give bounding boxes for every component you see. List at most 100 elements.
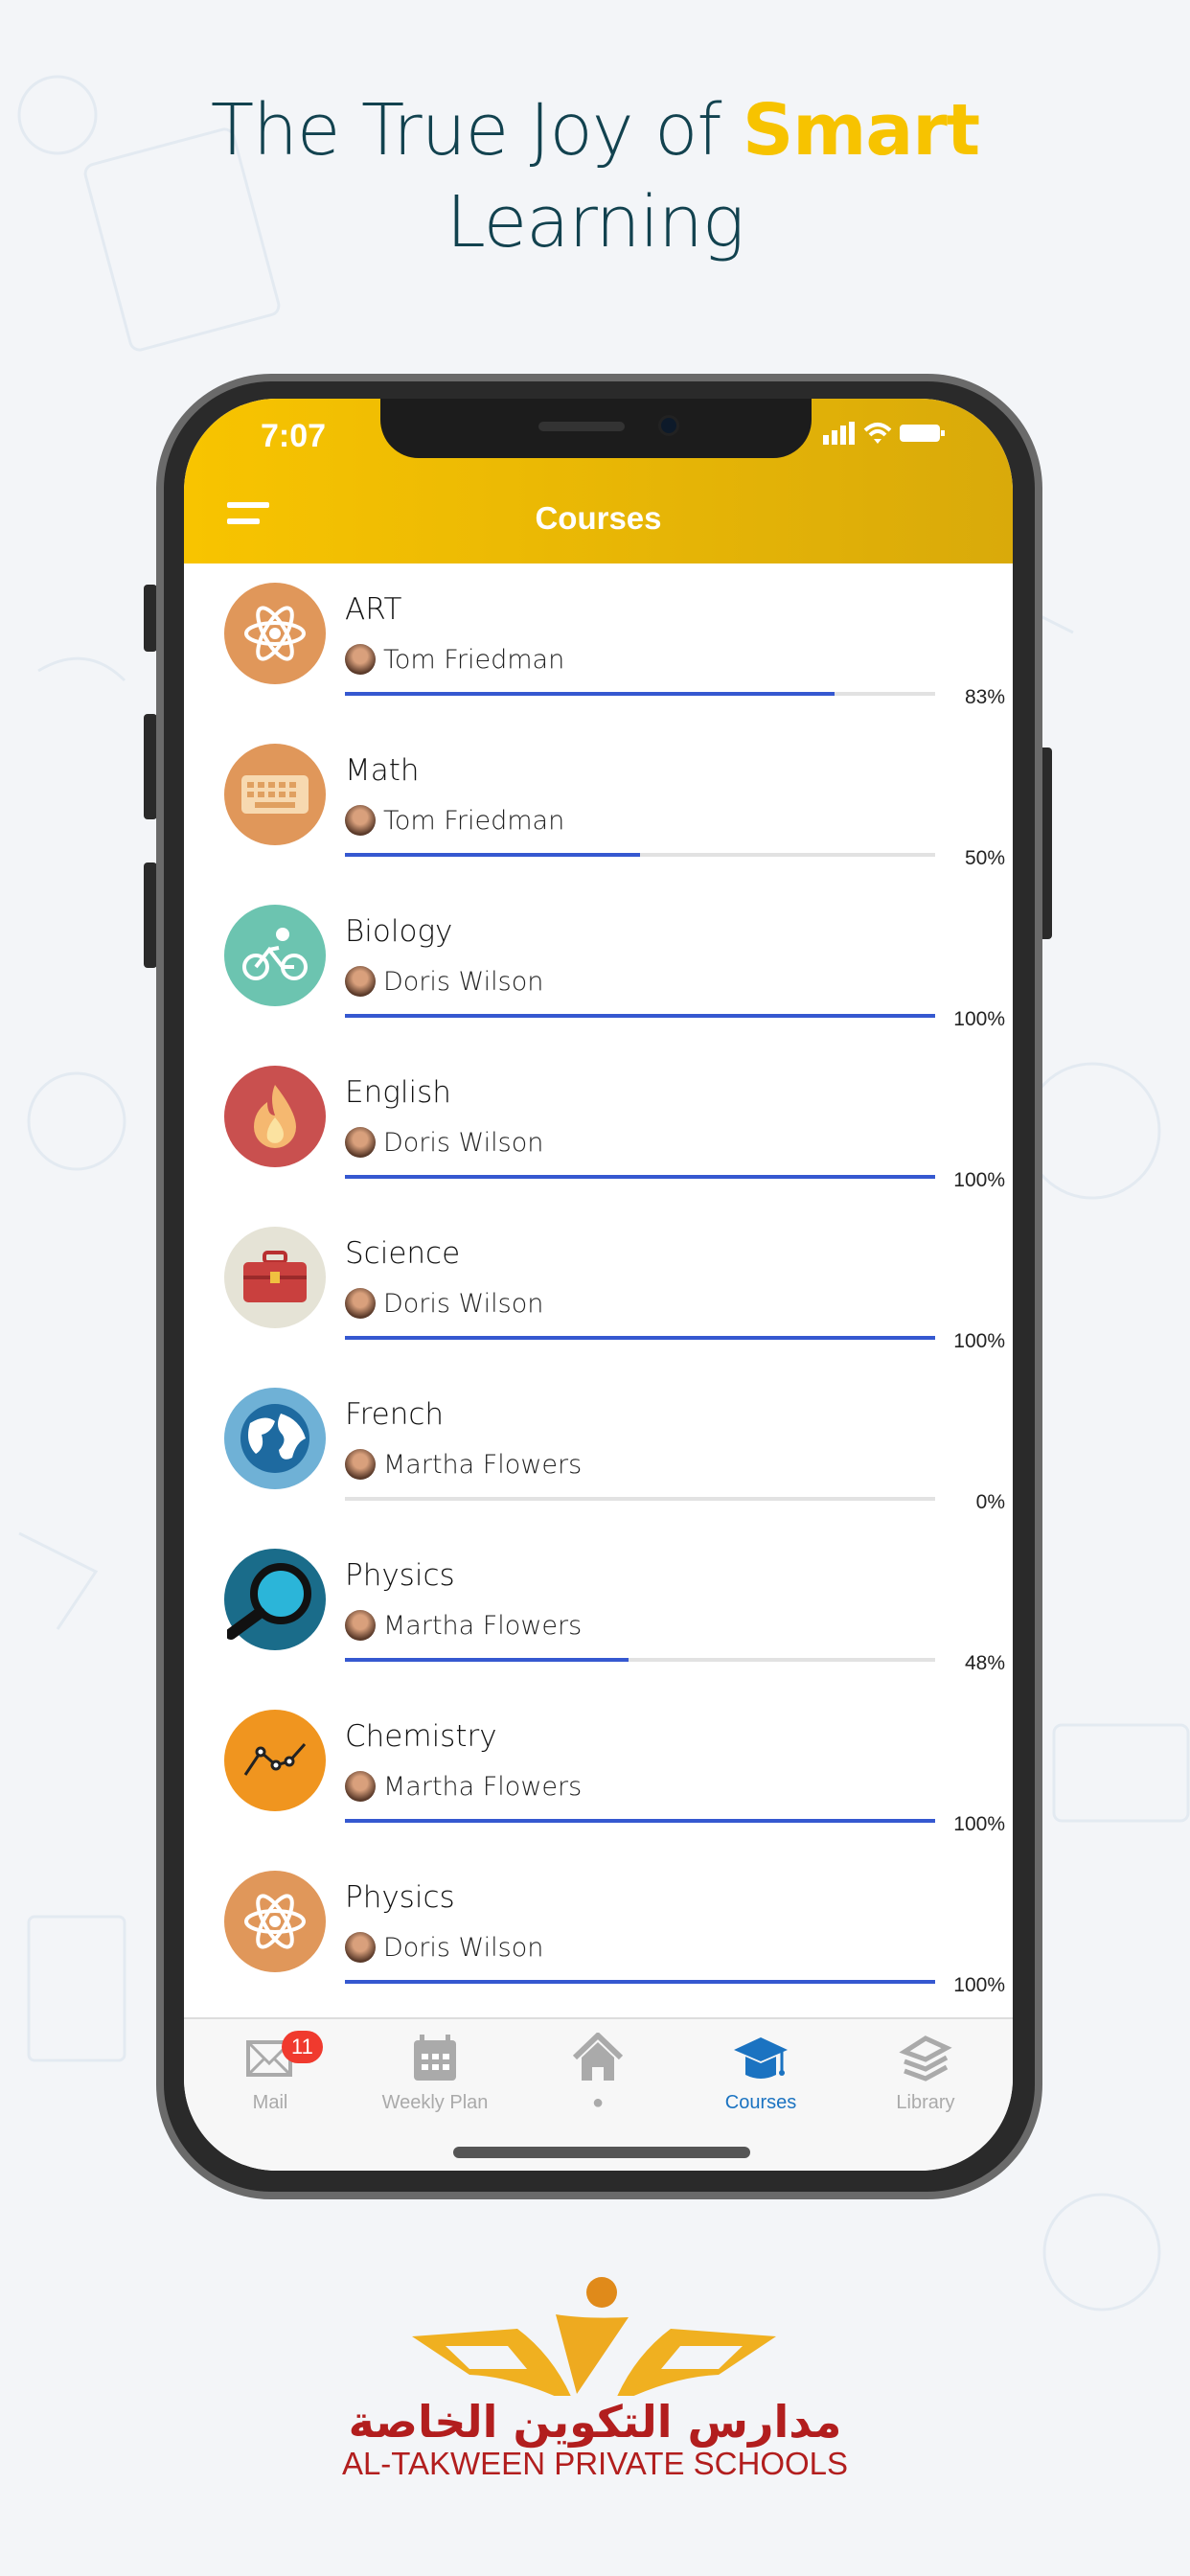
progress-fill (345, 692, 835, 696)
flame-icon (224, 1066, 326, 1167)
atom-icon (224, 1871, 326, 1972)
progress-fill (345, 1175, 935, 1179)
progress-bar (345, 1658, 935, 1662)
teacher: Tom Friedman (345, 805, 564, 836)
progress-percent: 83% (964, 686, 1005, 708)
status-time: 7:07 (261, 418, 327, 454)
tab-courses[interactable]: Courses (684, 2033, 837, 2114)
course-row[interactable]: English Doris Wilson 100% (184, 1046, 1013, 1208)
progress-percent: 100% (953, 1974, 1005, 1996)
teacher-name: Tom Friedman (383, 644, 565, 675)
teacher: Tom Friedman (345, 644, 564, 675)
toolbox-icon (224, 1227, 326, 1328)
graduation-cap-icon (734, 2037, 788, 2079)
teacher: Martha Flowers (345, 1610, 582, 1641)
teacher-avatar (345, 1449, 376, 1480)
progress-fill (345, 1819, 935, 1823)
brand-english: AL-TAKWEEN PRIVATE SCHOOLS (341, 2446, 849, 2481)
course-row[interactable]: Biology Doris Wilson 100% (184, 886, 1013, 1046)
headline-line1: The True Joy of (210, 89, 722, 172)
teacher: Martha Flowers (345, 1449, 582, 1480)
tab-library[interactable]: Library (849, 2033, 1002, 2114)
home-indicator[interactable] (453, 2147, 750, 2158)
globe-icon (224, 1388, 326, 1489)
teacher-avatar (345, 966, 376, 997)
course-name: French (345, 1397, 445, 1432)
course-name: Biology (345, 914, 453, 949)
teacher: Doris Wilson (345, 1932, 543, 1963)
course-row[interactable]: Science Doris Wilson 100% (184, 1208, 1013, 1368)
camera (658, 415, 679, 436)
course-row[interactable]: French Martha Flowers 0% (184, 1368, 1013, 1530)
teacher-name: Doris Wilson (383, 1288, 544, 1319)
books-icon (899, 2036, 952, 2082)
line-chart-icon (224, 1710, 326, 1811)
course-row[interactable]: ART Tom Friedman 83% (184, 564, 1013, 724)
teacher-avatar (345, 1127, 376, 1158)
course-name: Math (345, 753, 420, 788)
teacher-name: Doris Wilson (383, 1932, 544, 1963)
notch (380, 399, 812, 458)
course-row[interactable]: Math Tom Friedman 50% (184, 724, 1013, 886)
progress-bar (345, 1014, 935, 1018)
calendar-icon (414, 2035, 456, 2081)
teacher: Martha Flowers (345, 1771, 582, 1802)
course-list[interactable]: ART Tom Friedman 83% Math Tom Friedman 5… (184, 564, 1013, 2012)
teacher-avatar (345, 805, 376, 836)
page-title: Courses (535, 500, 662, 536)
progress-bar (345, 1175, 935, 1179)
app-header: 7:07 Courses (184, 399, 1013, 564)
speaker (538, 422, 625, 431)
course-name: Science (345, 1236, 461, 1271)
school-logo (412, 2277, 776, 2396)
phone-volume-up (144, 714, 157, 819)
status-icons (823, 422, 946, 445)
home-icon (572, 2033, 624, 2081)
teacher-name: Martha Flowers (383, 1610, 583, 1641)
tab-home[interactable]: ● (521, 2033, 675, 2114)
headline-highlight: Smart (742, 89, 980, 172)
atom-icon (224, 583, 326, 684)
teacher-name: Tom Friedman (383, 805, 565, 836)
tab-label: ● (591, 2092, 605, 2113)
teacher-avatar (345, 1288, 376, 1319)
teacher-name: Doris Wilson (383, 966, 544, 997)
tab-bar: 11 Mail Weekly Plan ● Courses Library (184, 2017, 1013, 2171)
progress-fill (345, 1014, 935, 1018)
course-row[interactable]: Chemistry Martha Flowers 100% (184, 1690, 1013, 1852)
progress-percent: 0% (975, 1491, 1005, 1513)
mail-badge: 11 (282, 2031, 323, 2063)
progress-percent: 100% (953, 1330, 1005, 1352)
signal-icon (823, 422, 855, 445)
teacher-name: Martha Flowers (383, 1771, 583, 1802)
wifi-icon (863, 423, 892, 444)
teacher-avatar (345, 1771, 376, 1802)
phone-mute-switch (144, 585, 157, 652)
tab-mail[interactable]: 11 Mail (194, 2031, 347, 2114)
tab-weekly-plan[interactable]: Weekly Plan (358, 2033, 512, 2114)
teacher-avatar (345, 644, 376, 675)
course-name: Physics (345, 1880, 455, 1915)
course-row[interactable]: Physics Doris Wilson 100% (184, 1852, 1013, 2012)
teacher: Doris Wilson (345, 1127, 543, 1158)
progress-bar (345, 692, 935, 696)
progress-percent: 100% (953, 1169, 1005, 1191)
course-name: Chemistry (345, 1719, 497, 1754)
tab-label: Weekly Plan (381, 2092, 489, 2113)
course-name: ART (345, 592, 402, 627)
teacher-avatar (345, 1610, 376, 1641)
progress-fill (345, 853, 640, 857)
headline: The True Joy of Smart Learning (0, 84, 1190, 268)
progress-percent: 100% (953, 1008, 1005, 1030)
bicycle-icon (224, 905, 326, 1006)
progress-percent: 50% (964, 847, 1005, 869)
course-row[interactable]: Physics Martha Flowers 48% (184, 1530, 1013, 1690)
phone-screen: 7:07 Courses ART Tom Friedman 83% Math T… (184, 399, 1013, 2171)
headline-line2: Learning (446, 181, 745, 264)
teacher-name: Martha Flowers (383, 1449, 583, 1480)
progress-percent: 100% (953, 1813, 1005, 1835)
progress-fill (345, 1658, 629, 1662)
keyboard-icon (224, 744, 326, 845)
progress-fill (345, 1980, 935, 1984)
course-name: Physics (345, 1558, 455, 1593)
